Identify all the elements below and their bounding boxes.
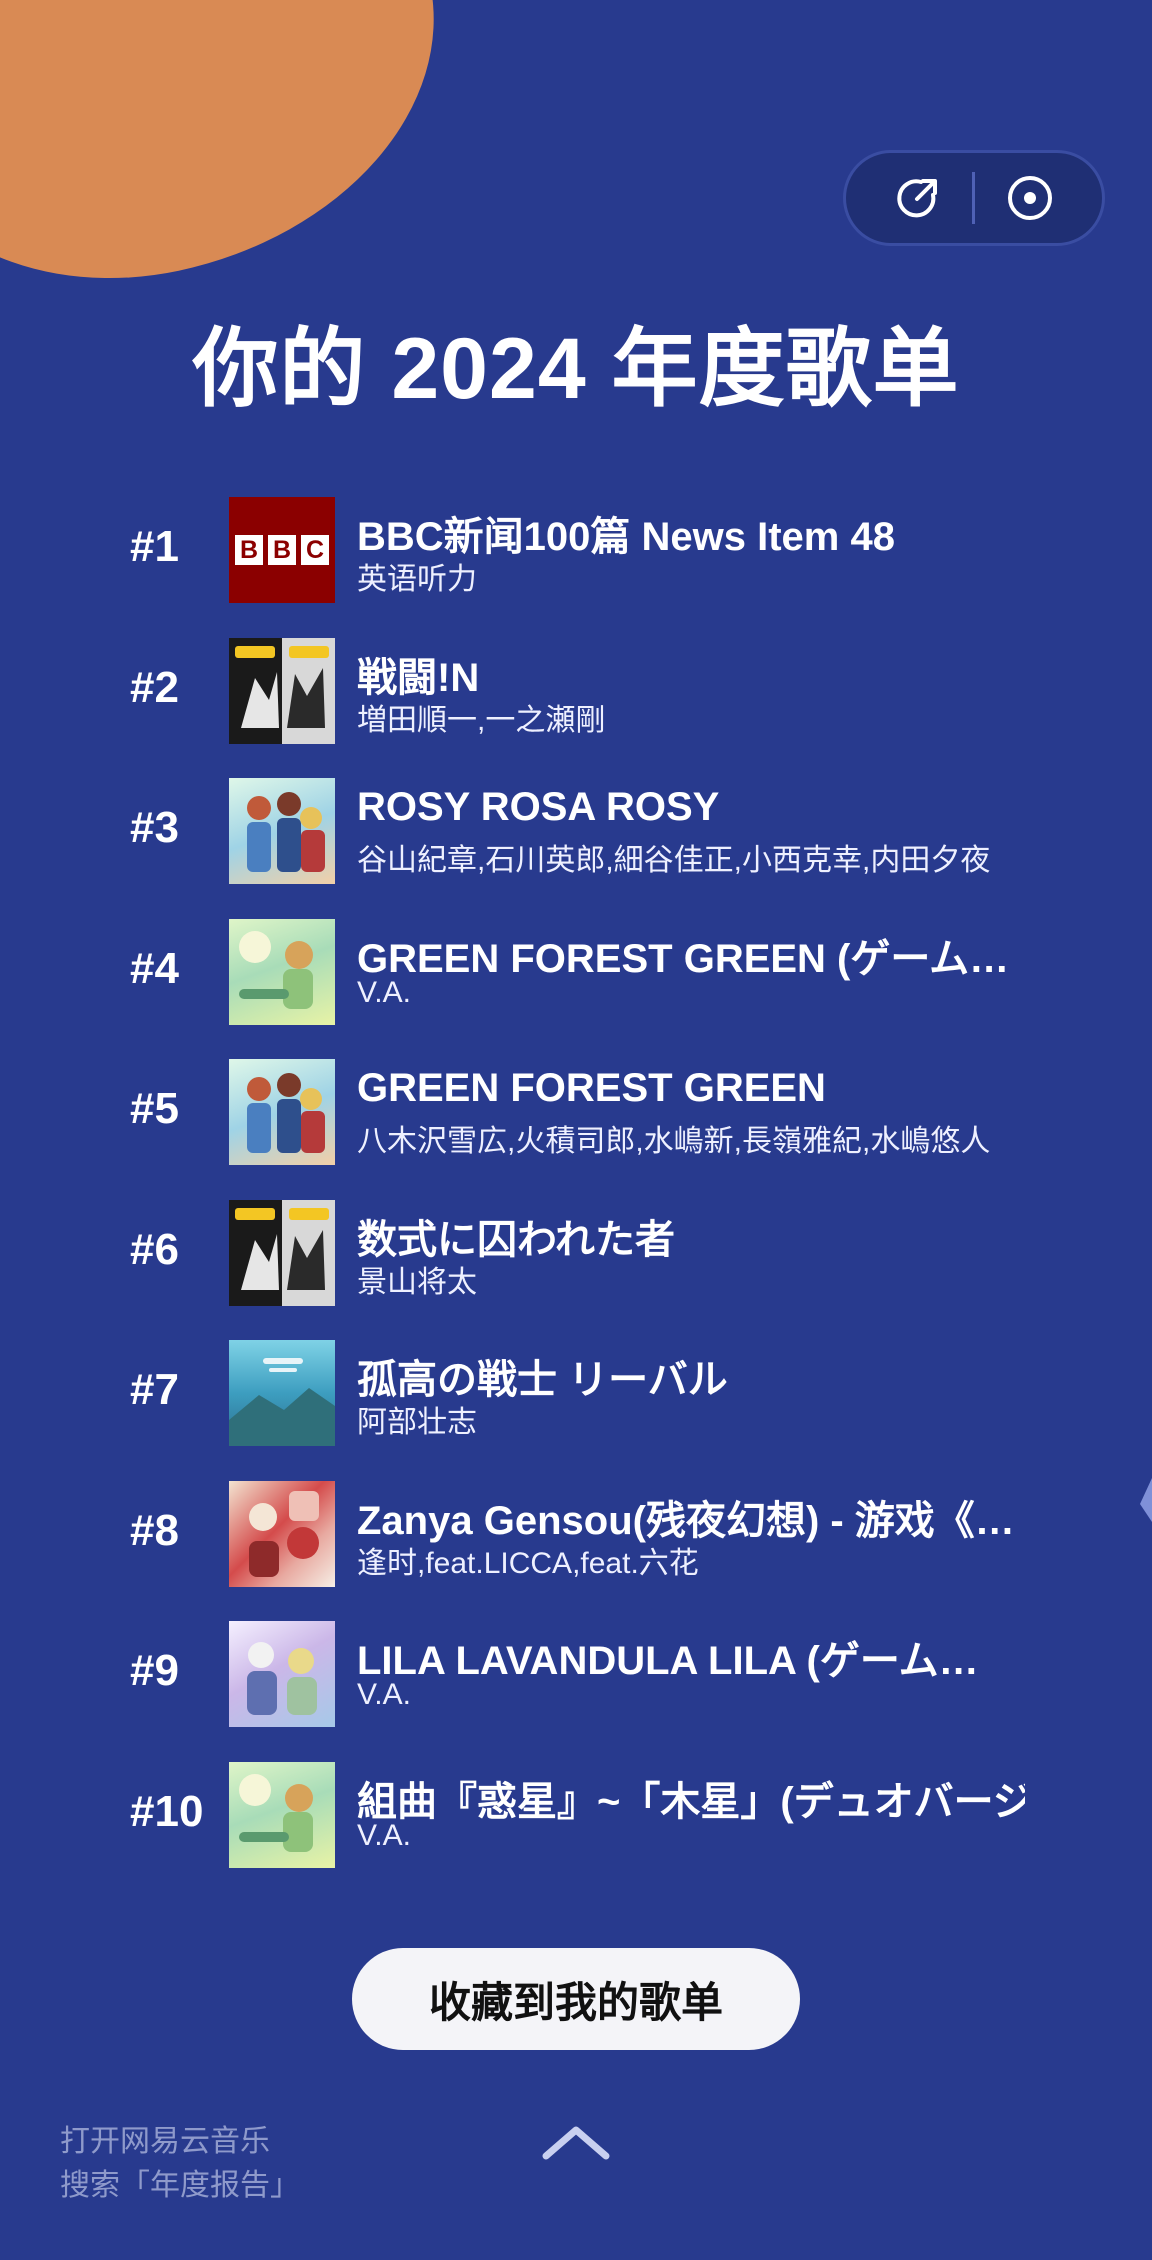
song-rank: #3 — [130, 803, 179, 852]
song-artist: 景山将太 — [357, 1265, 477, 1299]
footer-hint-line2: 搜索「年度报告」 — [60, 2169, 300, 2202]
share-button[interactable] — [888, 168, 948, 228]
song-title: ROSY ROSA ROSY — [357, 785, 720, 829]
zelda-cover — [229, 1340, 335, 1446]
record-icon — [1007, 176, 1052, 220]
year-report-page: 你的 2024 年度歌单 #1 B B C BBC新闻100篇 News Ite… — [0, 0, 1152, 2260]
song-row[interactable]: #8 Zanya Gensou(残夜幻想) - 游戏《… 逢时,feat.LIC… — [0, 1476, 1152, 1617]
save-to-playlist-button[interactable]: 收藏到我的歌单 — [352, 1948, 800, 2050]
zanya-cover — [229, 1480, 335, 1587]
scroll-up-button[interactable] — [536, 2118, 616, 2168]
song-artist: 谷山紀章,石川英郎,細谷佳正,小西克幸,内田夕夜 — [357, 844, 991, 877]
decorative-blob — [0, 0, 478, 324]
song-rank: #7 — [130, 1365, 179, 1414]
song-row[interactable]: #1 B B C BBC新闻100篇 News Item 48 英语听力 — [0, 492, 1152, 633]
page-title: 你的 2024 年度歌单 — [192, 321, 960, 417]
edge-indicator — [1140, 1478, 1152, 1522]
song-artist: V.A. — [357, 975, 411, 1009]
green-forest-cover — [229, 918, 335, 1025]
song-row[interactable]: #4 GREEN FOREST GREEN (ゲーム… V.A. — [0, 914, 1152, 1055]
song-row[interactable]: #5 GREEN FOREST GREEN 八木沢雪広,火積司郎,水嶋新,長嶺雅… — [0, 1054, 1152, 1195]
anime-group-cover — [229, 778, 335, 884]
song-row[interactable]: #10 組曲『惑星』~「木星」(デュオバージ… V.A. — [0, 1757, 1152, 1898]
green-forest-cover — [229, 1761, 335, 1868]
song-artist: 英语听力 — [357, 563, 477, 596]
pokemon-black-white-cover — [229, 1199, 335, 1306]
anime-group-cover — [229, 1059, 335, 1165]
footer-hint-line1: 打开网易云音乐 — [60, 2125, 270, 2158]
song-artist: 逢时,feat.LICCA,feat.六花 — [357, 1546, 699, 1580]
song-artist: V.A. — [357, 1678, 411, 1711]
share-icon — [897, 179, 938, 218]
song-row[interactable]: #7 孤高の戦士 リーバル 阿部壮志 — [0, 1335, 1152, 1476]
song-rank: #1 — [130, 522, 179, 571]
song-artist: 八木沢雪広,火積司郎,水嶋新,長嶺雅紀,水嶋悠人 — [357, 1125, 991, 1158]
chevron-up-icon — [542, 2126, 610, 2160]
top-controls — [843, 150, 1105, 246]
song-row[interactable]: #3 ROSY ROSA ROSY 谷山紀章,石川英郎,細谷佳正,小西克幸,内田… — [0, 773, 1152, 914]
bbc-cover: B B C — [229, 497, 335, 603]
song-rank: #10 — [130, 1786, 204, 1836]
song-rank: #4 — [130, 943, 179, 993]
song-artist: 増田順一,一之瀬剛 — [357, 703, 606, 737]
song-row[interactable]: #2 戦闘!N 増田順一,一之瀬剛 — [0, 633, 1152, 774]
controls-divider — [972, 172, 976, 224]
record-button[interactable] — [1000, 168, 1060, 228]
lila-cover — [229, 1621, 335, 1727]
song-rank: #8 — [130, 1505, 179, 1555]
song-rank: #9 — [130, 1646, 179, 1695]
song-row[interactable]: #9 LILA LAVANDULA LILA (ゲーム… V.A. — [0, 1616, 1152, 1757]
song-list: #1 B B C BBC新闻100篇 News Item 48 英语听力 #2 … — [0, 492, 1152, 1897]
song-title: GREEN FOREST GREEN — [357, 1066, 826, 1110]
song-rank: #6 — [130, 1224, 179, 1274]
song-artist: V.A. — [357, 1818, 411, 1852]
pokemon-black-white-cover — [229, 637, 335, 744]
song-row[interactable]: #6 数式に囚われた者 景山将太 — [0, 1195, 1152, 1336]
song-rank: #2 — [130, 662, 179, 712]
song-artist: 阿部壮志 — [357, 1406, 477, 1439]
song-rank: #5 — [130, 1084, 179, 1133]
footer-hint: 打开网易云音乐 搜索「年度报告」 — [60, 2120, 300, 2208]
